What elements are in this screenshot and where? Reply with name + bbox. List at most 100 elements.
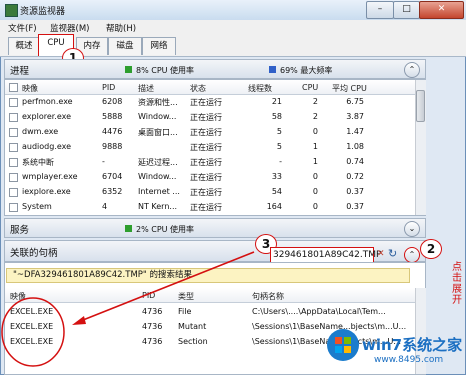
tab-network[interactable]: 网络 xyxy=(142,37,176,55)
row-status: 正在运行 xyxy=(190,158,222,167)
row-threads: 5 xyxy=(276,142,282,151)
row-status: 正在运行 xyxy=(190,143,222,152)
collapse-process-button[interactable]: ⌃ xyxy=(404,62,420,78)
row-status: 正在运行 xyxy=(190,113,222,122)
row-image: wmplayer.exe xyxy=(22,172,78,181)
row-avg-cpu: 1.08 xyxy=(346,142,364,151)
annotation-arrowhead xyxy=(72,316,86,325)
cpu-usage-legend-icon xyxy=(125,66,132,73)
maximize-button[interactable]: □ xyxy=(393,1,420,19)
process-cpu-usage: 8% CPU 使用率 xyxy=(136,66,195,75)
process-row-checkbox[interactable] xyxy=(9,113,18,122)
max-frequency: 69% 最大频率 xyxy=(280,66,333,75)
expand-services-button[interactable]: ⌄ xyxy=(404,221,420,237)
row-description: 资源和性... xyxy=(138,98,178,107)
row-avg-cpu: 0.72 xyxy=(346,172,364,181)
row-threads: 54 xyxy=(271,187,282,196)
process-row-checkbox[interactable] xyxy=(9,98,18,107)
row-status: 正在运行 xyxy=(190,173,222,182)
row-pid: 6352 xyxy=(102,187,123,196)
process-row-checkbox[interactable] xyxy=(9,173,18,182)
row-pid: 6208 xyxy=(102,97,123,106)
services-cpu-usage: 2% CPU 使用率 xyxy=(136,225,195,234)
row-description: 延迟过程... xyxy=(138,158,178,167)
row-pid: 4476 xyxy=(102,127,123,136)
tab-overview[interactable]: 概述 xyxy=(8,37,40,55)
row-image: audiodg.exe xyxy=(22,142,72,151)
menu-file[interactable]: 文件(F) xyxy=(8,22,37,34)
row-description: Window... xyxy=(138,172,177,181)
process-scroll-thumb[interactable] xyxy=(416,90,425,122)
annotation-arrow-line xyxy=(77,251,255,323)
services-section-title: 服务 xyxy=(10,225,30,236)
row-threads: 5 xyxy=(276,127,282,136)
row-image: iexplore.exe xyxy=(22,187,71,196)
col-pid[interactable]: PID xyxy=(102,83,115,92)
row-threads: 21 xyxy=(271,97,282,106)
row-pid: 9888 xyxy=(102,142,123,151)
row-cpu: 2 xyxy=(312,112,318,121)
row-description: Window... xyxy=(138,112,177,121)
row-threads: 33 xyxy=(271,172,282,181)
row-avg-cpu: 0.37 xyxy=(346,202,364,211)
menu-monitor[interactable]: 监视器(M) xyxy=(50,22,89,34)
process-row-checkbox[interactable] xyxy=(9,203,18,212)
row-image: dwm.exe xyxy=(22,127,59,136)
row-pid: 4 xyxy=(102,202,108,211)
select-all-checkbox[interactable] xyxy=(9,83,18,92)
watermark-brand: win7系统之家 xyxy=(362,336,463,354)
excel-highlight-ellipse xyxy=(1,297,65,367)
row-status: 正在运行 xyxy=(190,203,222,212)
col-image[interactable]: 映像 xyxy=(22,83,38,94)
process-section-header[interactable] xyxy=(4,59,426,79)
row-description: Internet ... xyxy=(138,187,180,196)
row-avg-cpu: 0.74 xyxy=(346,157,364,166)
col-threads[interactable]: 线程数 xyxy=(248,83,272,94)
tab-disk[interactable]: 磁盘 xyxy=(108,37,142,55)
row-image: System xyxy=(22,202,52,211)
col-status[interactable]: 状态 xyxy=(190,83,206,94)
row-description: NT Kern... xyxy=(138,202,178,211)
process-row-checkbox[interactable] xyxy=(9,128,18,137)
col-cpu[interactable]: CPU xyxy=(302,83,318,92)
max-frequency-legend-icon xyxy=(269,66,276,73)
row-threads: 58 xyxy=(271,112,282,121)
row-cpu: 1 xyxy=(312,142,318,151)
close-button[interactable]: ✕ xyxy=(419,1,464,19)
col-description[interactable]: 描述 xyxy=(138,83,154,94)
row-pid: 6704 xyxy=(102,172,123,181)
row-cpu: 0 xyxy=(312,187,318,196)
row-threads: - xyxy=(279,157,282,166)
col-avg-cpu[interactable]: 平均 CPU xyxy=(332,83,367,94)
menu-help[interactable]: 帮助(H) xyxy=(106,22,136,34)
minimize-button[interactable]: – xyxy=(366,1,394,19)
row-cpu: 0 xyxy=(312,202,318,211)
row-cpu: 2 xyxy=(312,97,318,106)
services-cpu-legend-icon xyxy=(125,225,132,232)
watermark-url: www.8495.com xyxy=(374,355,444,365)
row-avg-cpu: 3.87 xyxy=(346,112,364,121)
app-icon xyxy=(5,4,18,17)
window-title: 资源监视器 xyxy=(20,7,66,17)
row-status: 正在运行 xyxy=(190,98,222,107)
services-section-header[interactable] xyxy=(4,218,426,238)
row-description: 桌面窗口... xyxy=(138,128,178,137)
row-status: 正在运行 xyxy=(190,188,222,197)
row-threads: 164 xyxy=(266,202,282,211)
row-avg-cpu: 6.75 xyxy=(346,97,364,106)
row-avg-cpu: 1.47 xyxy=(346,127,364,136)
process-section-title: 进程 xyxy=(10,66,30,77)
row-cpu: 0 xyxy=(312,127,318,136)
row-status: 正在运行 xyxy=(190,128,222,137)
win7-logo-icon xyxy=(327,329,359,361)
row-image: perfmon.exe xyxy=(22,97,73,106)
row-cpu: 0 xyxy=(312,172,318,181)
process-row-checkbox[interactable] xyxy=(9,188,18,197)
process-row-checkbox[interactable] xyxy=(9,143,18,152)
row-image: explorer.exe xyxy=(22,112,72,121)
row-pid: 5888 xyxy=(102,112,123,121)
row-cpu: 1 xyxy=(312,157,318,166)
row-pid: - xyxy=(102,157,105,166)
row-image: 系统中断 xyxy=(22,158,54,167)
process-row-checkbox[interactable] xyxy=(9,158,18,167)
